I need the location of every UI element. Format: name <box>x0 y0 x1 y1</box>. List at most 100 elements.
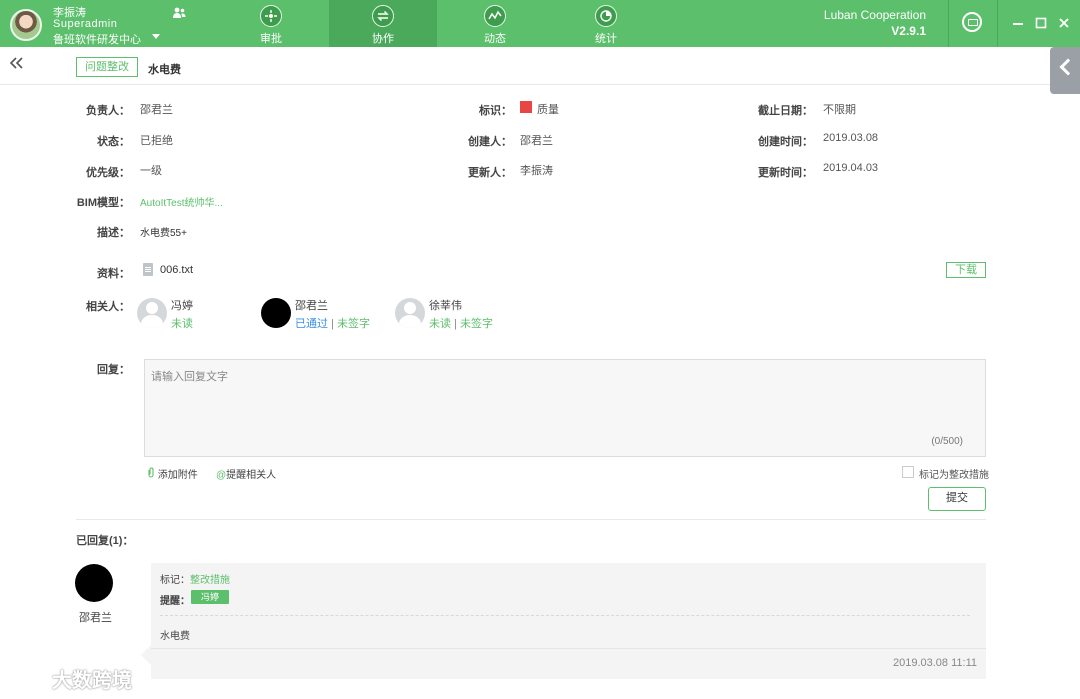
at-icon: @ <box>216 470 227 481</box>
attachment-label: 资料： <box>97 268 130 280</box>
divider <box>76 519 986 520</box>
related-person-name: 徐莘伟 <box>429 300 462 312</box>
add-attachment-label: 添加附件 <box>157 470 198 481</box>
add-attachment-button[interactable]: 添加附件 <box>147 466 198 481</box>
mention-people-button[interactable]: @提醒相关人 <box>216 466 276 481</box>
issue-title: 水电费 <box>148 64 181 76</box>
top-bar: 李振涛 Superadmin 鲁班软件研发中心 审批 协作 动态 统计 Luba… <box>0 0 1080 47</box>
owner-value: 邵君兰 <box>140 104 173 116</box>
remind-person-chip: 冯婷 <box>191 590 230 604</box>
nav-collaboration[interactable]: 协作 <box>329 0 437 47</box>
submit-button[interactable]: 提交 <box>928 487 986 511</box>
related-person-avatar[interactable] <box>137 298 167 328</box>
related-person-status: 未读 <box>171 315 193 331</box>
related-person-status: 已通过 | 未签字 <box>295 318 370 330</box>
org-selector[interactable]: 鲁班软件研发中心 <box>53 31 141 47</box>
mark-as-measure-label[interactable]: 标记为整改措施 <box>919 466 989 481</box>
reply-body: 水电费 <box>160 631 190 642</box>
reply-mark-label: 标记： <box>160 575 190 586</box>
user-avatar[interactable] <box>10 9 42 41</box>
reply-mark: 标记：整改措施 <box>160 571 230 586</box>
brand-version: V2.9.1 <box>891 24 926 38</box>
read-status: 未读 <box>429 318 451 330</box>
watermark-text: 大数跨境 <box>52 670 132 692</box>
contacts-icon[interactable] <box>172 7 186 19</box>
updater-label: 更新人： <box>468 167 512 179</box>
bim-model-link[interactable]: AutoItTest统帅华... <box>140 194 223 209</box>
chevron-left-icon <box>1059 58 1077 76</box>
replies-header: 已回复(1)： <box>76 535 134 547</box>
minimize-icon <box>1013 23 1023 25</box>
brand-name: Luban Cooperation <box>823 8 926 22</box>
updater-value: 李振涛 <box>520 165 553 177</box>
mark-flag-icon <box>520 101 532 113</box>
close-button[interactable] <box>1056 13 1072 33</box>
nav-approval-label: 审批 <box>260 33 282 45</box>
reply-remind-label: 提醒： <box>160 596 190 607</box>
reply-box: (0/500) <box>144 359 986 457</box>
chevron-down-icon[interactable] <box>152 34 160 39</box>
sign-status: 未签字 <box>336 318 370 330</box>
status-value: 已拒绝 <box>140 135 173 147</box>
minimize-button[interactable] <box>1010 13 1026 33</box>
related-people-label: 相关人： <box>86 301 130 313</box>
approval-icon <box>260 5 282 27</box>
reply-author-avatar[interactable] <box>75 564 113 602</box>
chat-button[interactable] <box>949 0 996 47</box>
detail-header: 问题整改 水电费 <box>0 47 1080 85</box>
file-icon <box>143 263 153 276</box>
reply-mark-value: 整改措施 <box>190 575 230 586</box>
double-chevron-left-icon <box>9 57 23 69</box>
user-role: Superadmin <box>53 18 118 30</box>
related-person-avatar[interactable] <box>261 298 291 328</box>
divider <box>151 648 986 649</box>
activity-icon <box>484 5 506 27</box>
mark-label: 标识： <box>479 105 512 117</box>
updated-label: 更新时间： <box>758 167 813 179</box>
nav-statistics-label: 统计 <box>595 33 617 45</box>
creator-label: 创建人： <box>468 136 512 148</box>
reply-input[interactable] <box>145 360 985 456</box>
created-label: 创建时间： <box>758 136 813 148</box>
related-person-avatar[interactable] <box>395 298 425 328</box>
char-counter: (0/500) <box>931 436 963 447</box>
nav-statistics[interactable]: 统计 <box>552 0 660 47</box>
collapse-panel-button[interactable] <box>1050 47 1080 94</box>
chat-icon <box>962 12 982 32</box>
maximize-icon <box>1035 17 1047 29</box>
attachment-file-name[interactable]: 006.txt <box>160 264 193 276</box>
mark-as-measure-checkbox[interactable] <box>902 466 914 478</box>
bim-label: BIM模型： <box>76 197 130 209</box>
nav-activity-label: 动态 <box>484 33 506 45</box>
description-value: 水电费55+ <box>140 228 187 239</box>
statistics-icon <box>595 5 617 27</box>
status-label: 状态： <box>97 136 130 148</box>
back-button[interactable] <box>9 56 24 75</box>
reply-timestamp: 2019.03.08 11:11 <box>892 657 977 669</box>
app-window: 李振涛 Superadmin 鲁班软件研发中心 审批 协作 动态 统计 Luba… <box>0 0 1080 699</box>
brand: Luban Cooperation V2.9.1 <box>824 8 926 38</box>
deadline-label: 截止日期： <box>758 105 813 117</box>
read-status: 未读 <box>171 318 193 330</box>
owner-label: 负责人： <box>86 105 130 117</box>
download-button[interactable]: 下载 <box>946 262 986 278</box>
description-label: 描述： <box>97 227 130 239</box>
collaboration-icon <box>372 5 394 27</box>
close-icon <box>1059 18 1069 28</box>
paperclip-icon <box>148 467 154 478</box>
nav-activity[interactable]: 动态 <box>441 0 549 47</box>
priority-value: 一级 <box>140 165 162 177</box>
category-tag: 问题整改 <box>76 57 138 77</box>
related-person-status: 未读 | 未签字 <box>429 318 493 330</box>
approval-status: 已通过 <box>295 318 328 330</box>
divider <box>160 615 970 616</box>
created-value: 2019.03.08 <box>823 132 879 144</box>
nav-approval[interactable]: 审批 <box>217 0 325 47</box>
related-person-name: 邵君兰 <box>295 300 328 312</box>
mention-people-label: 提醒相关人 <box>226 470 277 481</box>
divider <box>997 0 998 47</box>
nav-collaboration-label: 协作 <box>372 33 394 45</box>
related-person-name: 冯婷 <box>171 300 193 312</box>
creator-value: 邵君兰 <box>520 135 553 147</box>
maximize-button[interactable] <box>1033 13 1049 33</box>
